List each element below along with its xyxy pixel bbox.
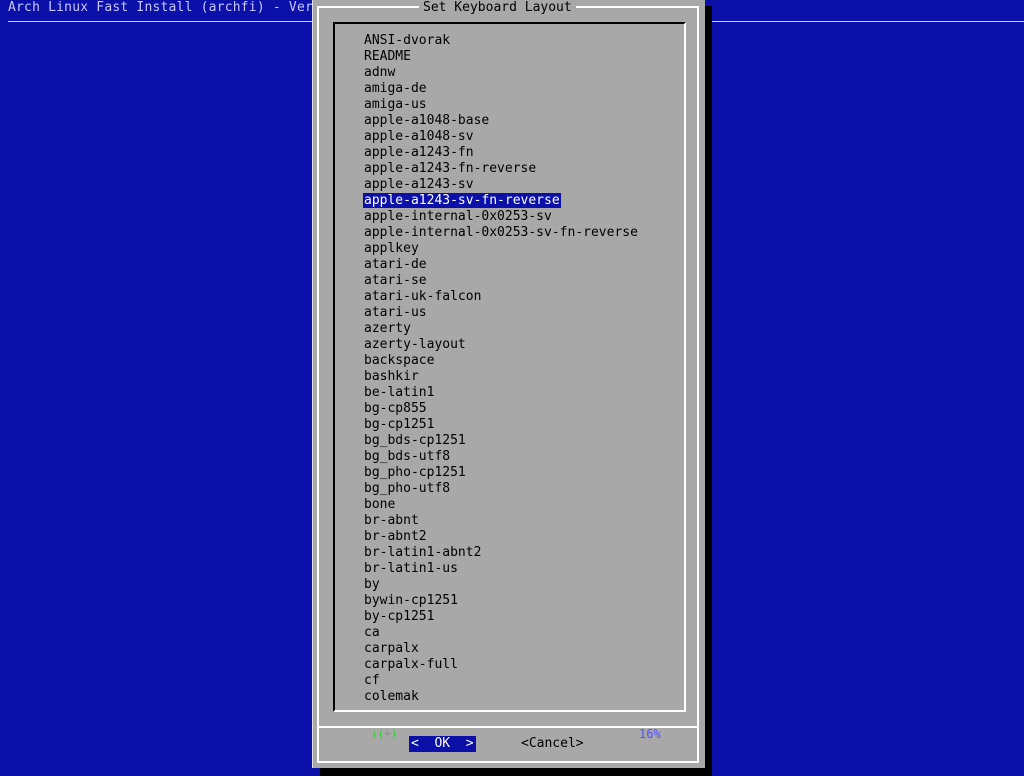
backtitle: Arch Linux Fast Install (archfi) - Ver: [8, 0, 314, 15]
list-item-label: applkey: [364, 241, 419, 256]
list-item[interactable]: by: [363, 577, 639, 593]
list-item-label: backspace: [364, 353, 435, 368]
list-item[interactable]: be-latin1: [363, 385, 639, 401]
list-item[interactable]: apple-internal-0x0253-sv: [363, 209, 639, 225]
list-item[interactable]: atari-uk-falcon: [363, 289, 639, 305]
list-item[interactable]: ca: [363, 625, 639, 641]
list-item-label: apple-internal-0x0253-sv: [364, 209, 552, 224]
list-item[interactable]: br-latin1-us: [363, 561, 639, 577]
scroll-down-indicator: ↓(+): [369, 727, 400, 741]
list-item[interactable]: cf: [363, 673, 639, 689]
list-item[interactable]: applkey: [363, 241, 639, 257]
list-item[interactable]: bashkir: [363, 369, 639, 385]
list-item-label: apple-a1048-sv: [364, 129, 474, 144]
list-item-label: adnw: [364, 65, 396, 80]
list-item[interactable]: apple-internal-0x0253-sv-fn-reverse: [363, 225, 639, 241]
list-item[interactable]: azerty-layout: [363, 337, 639, 353]
list-item[interactable]: carpalx-full: [363, 657, 639, 673]
list-item-label: be-latin1: [364, 385, 435, 400]
list-item-label: bg-cp855: [364, 401, 427, 416]
list-item-label: br-abnt2: [364, 529, 427, 544]
list-item-label: amiga-de: [364, 81, 427, 96]
list-item[interactable]: atari-de: [363, 257, 639, 273]
list-item[interactable]: bywin-cp1251: [363, 593, 639, 609]
list-item-label: cf: [364, 673, 380, 688]
list-item-label: bg_pho-cp1251: [364, 465, 466, 480]
cancel-button[interactable]: <Cancel>: [521, 736, 584, 752]
list-item-label: carpalx-full: [364, 657, 458, 672]
list-item-label: bone: [364, 497, 396, 512]
list-item-label: by: [364, 577, 380, 592]
list-item[interactable]: by-cp1251: [363, 609, 639, 625]
list-item-label: ANSI-dvorak: [364, 33, 451, 48]
layout-list-box[interactable]: ANSI-dvorak README adnw amiga-de amiga-us app…: [333, 22, 686, 741]
list-item[interactable]: apple-a1048-sv: [363, 129, 639, 145]
list-item-label: bg_bds-utf8: [364, 449, 451, 464]
list-item[interactable]: bg-cp1251: [363, 417, 639, 433]
dialog-title: Set Keyboard Layout: [419, 0, 576, 16]
list-item[interactable]: br-latin1-abnt2: [363, 545, 639, 561]
list-item-label: README: [364, 49, 411, 64]
list-item-label: by-cp1251: [364, 609, 435, 624]
list-item-selected[interactable]: apple-a1243-sv-fn-reverse: [363, 193, 639, 209]
list-item[interactable]: carpalx: [363, 641, 639, 657]
list-item[interactable]: README: [363, 49, 639, 65]
list-item-label: atari-us: [364, 305, 427, 320]
scroll-percent: 16%: [637, 727, 663, 741]
list-item-label: atari-de: [364, 257, 427, 272]
list-item[interactable]: azerty: [363, 321, 639, 337]
list-item-label: atari-uk-falcon: [364, 289, 482, 304]
list-item[interactable]: atari-se: [363, 273, 639, 289]
list-item[interactable]: bg_pho-cp1251: [363, 465, 639, 481]
list-item[interactable]: backspace: [363, 353, 639, 369]
list-item[interactable]: bg_bds-cp1251: [363, 433, 639, 449]
list-item-label: apple-a1243-fn-reverse: [364, 161, 537, 176]
list-item-label: carpalx: [364, 641, 419, 656]
list-item[interactable]: br-abnt2: [363, 529, 639, 545]
list-item-label: br-latin1-us: [364, 561, 458, 576]
list-item-label: amiga-us: [364, 97, 427, 112]
ok-button[interactable]: < OK >: [409, 736, 476, 752]
layout-list[interactable]: ANSI-dvorak README adnw amiga-de amiga-us app…: [363, 33, 639, 705]
list-item-label: ca: [364, 625, 380, 640]
list-item-label: bg_bds-cp1251: [364, 433, 466, 448]
list-item-label: bashkir: [364, 369, 419, 384]
list-item-label: apple-a1048-base: [364, 113, 490, 128]
list-item-label: apple-internal-0x0253-sv-fn-reverse: [364, 225, 638, 240]
list-item-label: bywin-cp1251: [364, 593, 458, 608]
list-item-label: apple-a1243-sv: [364, 177, 474, 192]
list-item[interactable]: apple-a1243-fn-reverse: [363, 161, 639, 177]
list-item-label: bg_pho-utf8: [364, 481, 451, 496]
list-item[interactable]: bone: [363, 497, 639, 513]
list-item[interactable]: apple-a1243-sv: [363, 177, 639, 193]
list-item[interactable]: amiga-us: [363, 97, 639, 113]
list-item-label: apple-a1243-sv-fn-reverse: [363, 193, 561, 208]
list-item[interactable]: amiga-de: [363, 81, 639, 97]
list-item[interactable]: adnw: [363, 65, 639, 81]
list-item-label: azerty-layout: [364, 337, 466, 352]
list-item-label: colemak: [364, 689, 419, 704]
list-item[interactable]: ANSI-dvorak: [363, 33, 639, 49]
list-item-label: br-abnt: [364, 513, 419, 528]
list-item[interactable]: apple-a1048-base: [363, 113, 639, 129]
list-item[interactable]: bg-cp855: [363, 401, 639, 417]
list-item-label: br-latin1-abnt2: [364, 545, 482, 560]
list-item[interactable]: br-abnt: [363, 513, 639, 529]
list-item-label: azerty: [364, 321, 411, 336]
list-item[interactable]: colemak: [363, 689, 639, 705]
list-item[interactable]: bg_pho-utf8: [363, 481, 639, 497]
list-item[interactable]: apple-a1243-fn: [363, 145, 639, 161]
keyboard-layout-dialog: Set Keyboard Layout ANSI-dvorak README adn…: [312, 0, 705, 768]
list-item-label: atari-se: [364, 273, 427, 288]
list-item-label: bg-cp1251: [364, 417, 435, 432]
button-divider: [317, 726, 699, 728]
list-item-label: apple-a1243-fn: [364, 145, 474, 160]
list-item[interactable]: bg_bds-utf8: [363, 449, 639, 465]
list-item[interactable]: atari-us: [363, 305, 639, 321]
